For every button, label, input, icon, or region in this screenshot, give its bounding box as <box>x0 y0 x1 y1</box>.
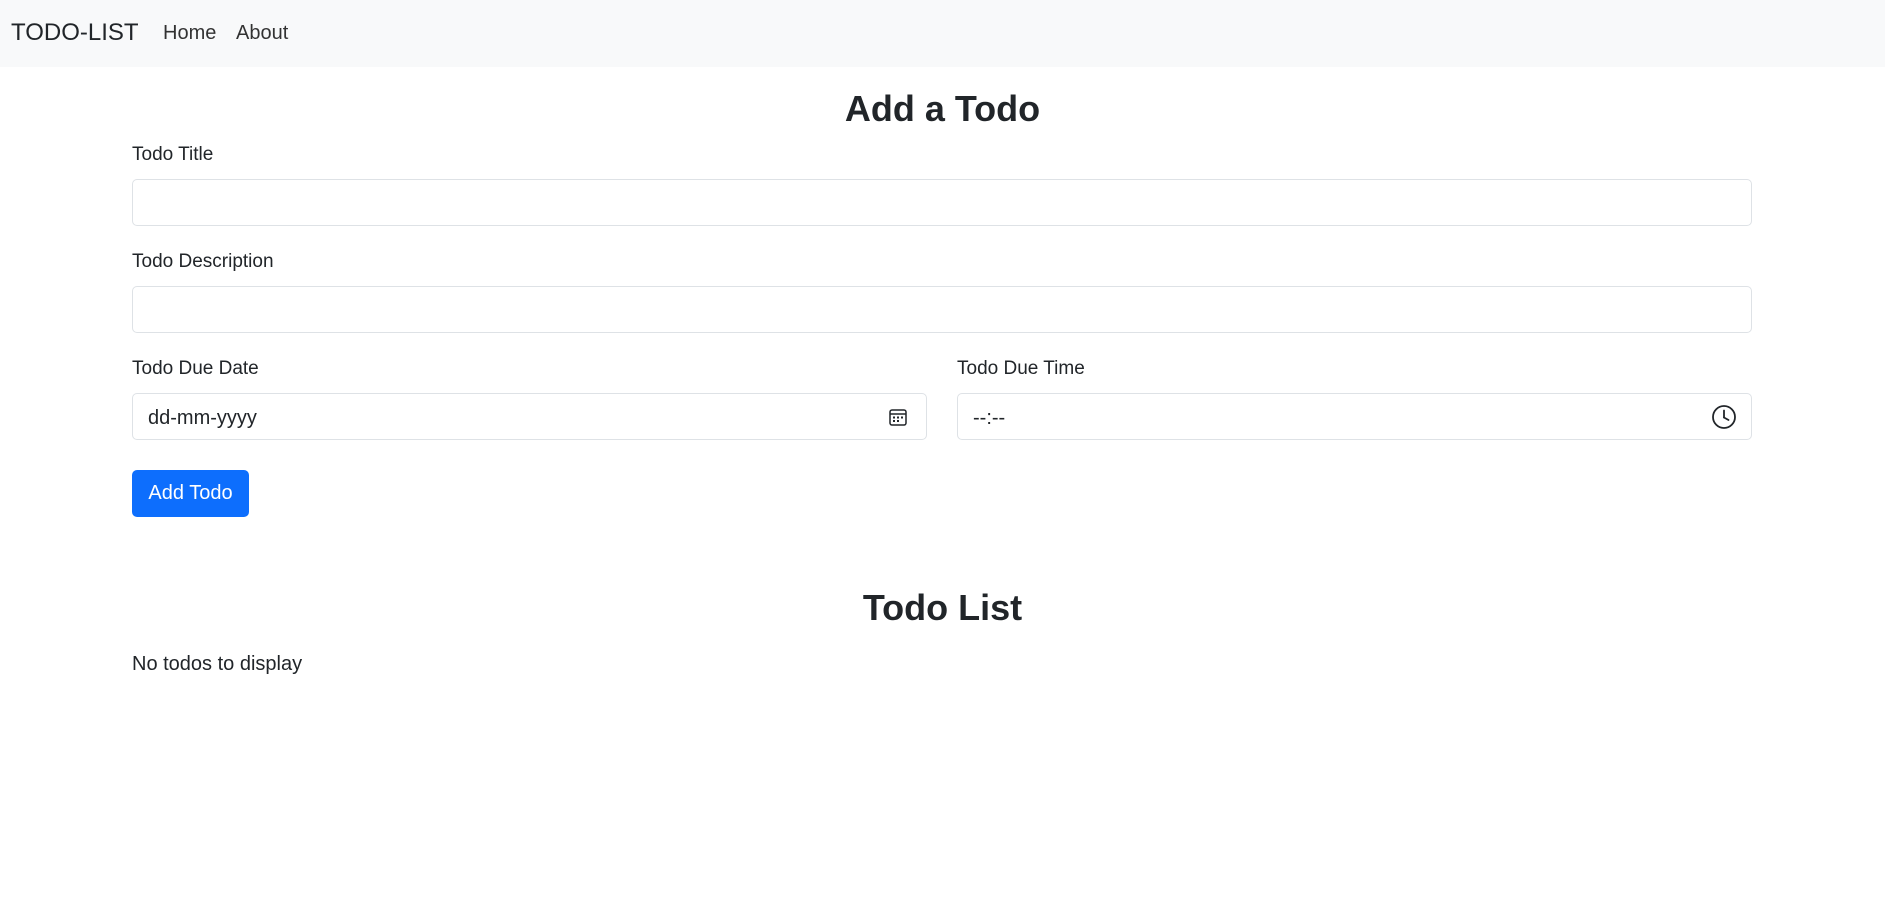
todo-description-label: Todo Description <box>132 251 274 272</box>
todo-title-label: Todo Title <box>132 144 214 165</box>
nav-link-home[interactable]: Home <box>163 21 216 45</box>
add-todo-heading: Add a Todo <box>844 88 1041 129</box>
clock-icon[interactable] <box>1711 404 1737 430</box>
todo-due-time-placeholder: --:-- <box>973 407 1006 429</box>
todo-due-date-input[interactable]: dd-mm-yyyy <box>132 393 927 440</box>
todo-due-time-input[interactable]: --:-- <box>957 393 1752 440</box>
todo-description-input[interactable] <box>132 286 1752 333</box>
calendar-icon[interactable] <box>888 407 908 427</box>
todo-list-heading: Todo List <box>862 587 1023 628</box>
empty-list-message: No todos to display <box>132 653 303 675</box>
add-todo-button[interactable]: Add Todo <box>132 470 249 517</box>
todo-title-input[interactable] <box>132 179 1752 226</box>
todo-due-date-label: Todo Due Date <box>132 358 259 379</box>
nav-link-about[interactable]: About <box>236 21 288 45</box>
todo-due-date-placeholder: dd-mm-yyyy <box>148 407 257 429</box>
navbar: TODO-LIST Home About <box>0 0 1885 67</box>
todo-due-time-label: Todo Due Time <box>957 358 1085 379</box>
navbar-brand[interactable]: TODO-LIST <box>11 19 139 47</box>
